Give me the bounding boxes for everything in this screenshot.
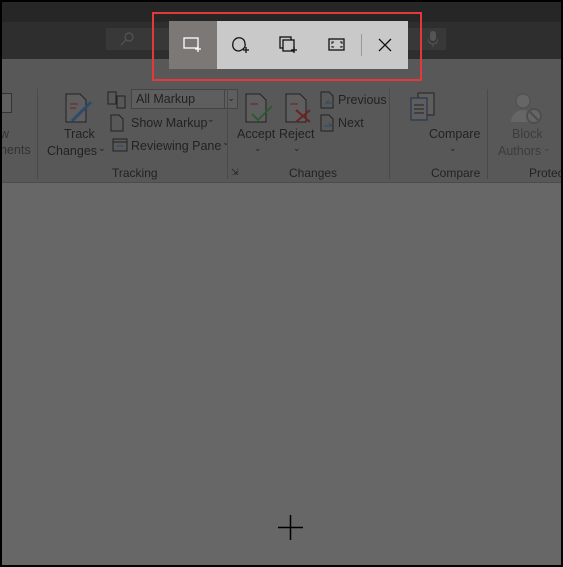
block-authors-label: Block <box>512 127 543 141</box>
track-changes-label: Changes <box>47 144 98 158</box>
reject-label: Reject <box>279 127 315 141</box>
markup-select-value: All Markup <box>136 92 196 106</box>
snip-toolbar <box>169 21 408 69</box>
markup-select[interactable]: All Markup ⌄ <box>131 89 238 109</box>
track-changes-icon <box>65 93 93 123</box>
document-area <box>2 184 561 565</box>
chevron-down-icon: ⌄ <box>98 143 106 153</box>
block-authors-label: Authors <box>498 144 542 158</box>
group-label-tracking: Tracking <box>112 166 158 180</box>
markup-display-icon <box>107 91 126 109</box>
microphone-icon[interactable] <box>428 31 438 47</box>
freeform-snip-button[interactable] <box>217 21 265 69</box>
chevron-down-icon: ⌄ <box>293 143 301 153</box>
group-label-protect: Protec <box>529 166 561 180</box>
accept-label: Accept <box>237 127 276 141</box>
dialog-launcher-icon[interactable]: ⇲ <box>231 167 239 178</box>
chevron-down-icon: ⌄ <box>449 143 457 153</box>
group-label-changes: Changes <box>289 166 338 180</box>
chevron-down-icon: ⌄ <box>254 143 262 153</box>
previous-icon <box>320 91 334 109</box>
partial-label: w <box>2 127 10 141</box>
close-icon <box>378 38 392 52</box>
compare-label: Compare <box>429 127 481 141</box>
fullscreen-snip-icon <box>328 38 345 51</box>
previous-label: Previous <box>338 93 387 107</box>
track-changes-label: Track <box>64 127 95 141</box>
freeform-snip-icon <box>232 37 249 53</box>
rectangular-snip-button[interactable] <box>169 21 217 69</box>
reject-icon <box>285 93 311 123</box>
reviewing-pane-icon <box>112 138 128 152</box>
group-label-compare: Compare <box>431 166 481 180</box>
window-snip-button[interactable] <box>265 21 313 69</box>
next-icon <box>320 114 334 132</box>
close-snip-button[interactable] <box>362 21 408 69</box>
show-markup-icon <box>110 114 124 132</box>
next-label: Next <box>338 116 364 130</box>
accept-icon <box>245 93 273 123</box>
chevron-down-icon: ⌄ <box>222 137 230 147</box>
screen: w nents Track Changes ⌄ All Markup ⌄ Sho… <box>2 2 561 565</box>
chevron-down-icon: ⌄ <box>543 143 551 153</box>
rect-snip-icon <box>183 37 201 52</box>
chevron-down-icon: ⌄ <box>207 114 215 124</box>
search-icon <box>120 32 134 46</box>
partial-icon <box>2 93 12 113</box>
show-markup-label: Show Markup <box>131 116 208 130</box>
crosshair-cursor-icon <box>278 515 303 540</box>
chevron-down-icon: ⌄ <box>224 90 237 108</box>
block-authors-icon <box>511 93 542 124</box>
fullscreen-snip-button[interactable] <box>313 21 361 69</box>
partial-label: nents <box>2 143 31 157</box>
compare-icon <box>410 92 435 121</box>
window-snip-icon <box>279 36 297 53</box>
reviewing-pane-label: Reviewing Pane <box>131 139 222 153</box>
